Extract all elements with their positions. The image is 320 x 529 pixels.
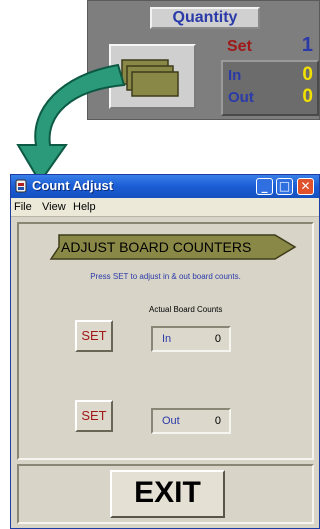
- app-icon: [15, 179, 27, 193]
- close-button[interactable]: ✕: [297, 178, 314, 195]
- out-count-field: Out 0: [151, 408, 231, 434]
- in-label: In: [228, 67, 242, 84]
- set-value: 1: [301, 34, 313, 56]
- title-bar[interactable]: Count Adjust _ □ ✕: [11, 175, 319, 198]
- in-out-box: In 0 Out 0: [221, 60, 319, 116]
- counters-panel: ADJUST BOARD COUNTERS Press SET to adjus…: [17, 222, 314, 460]
- menu-help[interactable]: Help: [73, 201, 96, 213]
- maximize-button[interactable]: □: [276, 178, 293, 195]
- banner-title: ADJUST BOARD COUNTERS: [61, 239, 252, 255]
- out-label: Out: [228, 89, 254, 106]
- menu-view[interactable]: View: [42, 201, 66, 213]
- exit-area: EXIT: [17, 464, 314, 524]
- exit-button[interactable]: EXIT: [110, 470, 225, 518]
- out-count-value: 0: [214, 415, 221, 427]
- minimize-button[interactable]: _: [256, 178, 273, 195]
- window-title: Count Adjust: [32, 178, 114, 193]
- set-out-button[interactable]: SET: [75, 400, 113, 432]
- quantity-title: Quantity: [150, 7, 260, 29]
- in-count-field: In 0: [151, 326, 231, 352]
- set-in-button[interactable]: SET: [75, 320, 113, 352]
- curved-arrow-icon: [16, 63, 126, 184]
- in-value: 0: [302, 64, 313, 85]
- menu-bar: File View Help: [11, 198, 319, 217]
- set-label: Set: [227, 38, 252, 55]
- in-count-value: 0: [214, 333, 221, 345]
- in-count-label: In: [162, 333, 172, 345]
- out-value: 0: [302, 86, 313, 107]
- menu-file[interactable]: File: [14, 201, 32, 213]
- count-adjust-window: Count Adjust _ □ ✕ File View Help ADJUST…: [10, 174, 320, 529]
- instruction-text: Press SET to adjust in & out board count…: [90, 272, 241, 281]
- out-count-label: Out: [162, 415, 180, 427]
- actual-board-counts-label: Actual Board Counts: [149, 305, 223, 314]
